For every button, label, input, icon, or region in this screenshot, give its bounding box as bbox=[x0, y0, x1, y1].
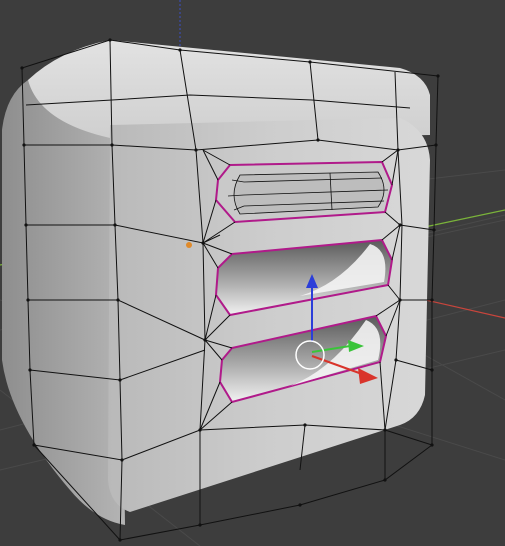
top-slot[interactable] bbox=[214, 160, 394, 224]
cube-left-face bbox=[2, 80, 125, 525]
active-vertex[interactable] bbox=[186, 242, 192, 248]
cube-mesh[interactable] bbox=[2, 38, 440, 542]
viewport-canvas[interactable] bbox=[0, 0, 505, 546]
3d-viewport[interactable] bbox=[0, 0, 505, 546]
